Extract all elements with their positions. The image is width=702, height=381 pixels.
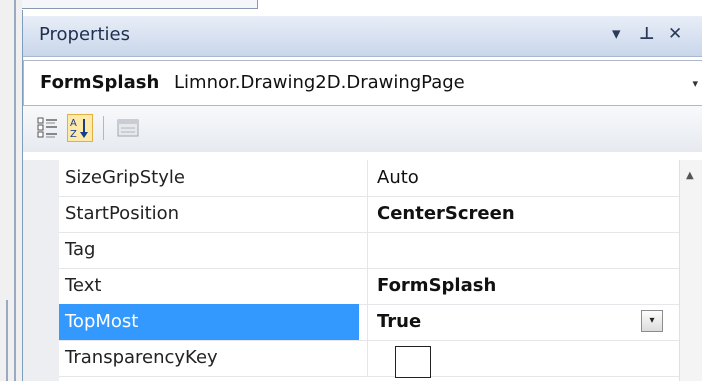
value-dropdown-button[interactable]: ▾ (641, 310, 663, 332)
svg-text:A: A (70, 118, 77, 129)
property-row-startposition[interactable]: StartPosition CenterScreen (59, 196, 679, 233)
svg-text:Z: Z (70, 129, 77, 140)
auto-hide-pin-icon[interactable]: ⊥ (639, 24, 655, 44)
panel-title: Properties (39, 24, 130, 45)
column-divider (367, 304, 368, 340)
selected-object-type: Limnor.Drawing2D.DrawingPage (174, 72, 465, 93)
property-row-tag[interactable]: Tag (59, 232, 679, 269)
property-value[interactable]: FormSplash (377, 268, 667, 304)
properties-toolbar: A Z (23, 106, 702, 152)
scroll-up-arrow-icon[interactable]: ▲ (686, 170, 694, 181)
property-value[interactable] (377, 232, 667, 268)
property-name: Text (65, 275, 102, 296)
property-name: SizeGripStyle (65, 167, 185, 188)
color-swatch[interactable] (395, 346, 431, 378)
close-icon[interactable]: ✕ (668, 24, 682, 44)
property-name: TransparencyKey (65, 347, 218, 368)
document-tab-edge (16, 0, 258, 9)
property-row-sizegripstyle[interactable]: SizeGripStyle Auto (59, 160, 679, 197)
property-grid: SizeGripStyle Auto StartPosition CenterS… (23, 160, 702, 381)
column-divider (367, 232, 368, 268)
property-value[interactable]: Auto (377, 160, 667, 196)
property-row-topmost[interactable]: TopMost True ▾ (59, 304, 679, 341)
property-pages-icon[interactable] (115, 114, 141, 142)
vertical-scrollbar[interactable]: ▲ (679, 160, 702, 381)
chevron-down-icon[interactable]: ▾ (692, 77, 698, 90)
property-row-text[interactable]: Text FormSplash (59, 268, 679, 305)
property-row-transparencykey[interactable]: TransparencyKey (59, 340, 679, 378)
property-value-editor[interactable]: True (377, 304, 667, 340)
column-divider (367, 268, 368, 304)
column-divider (367, 160, 368, 196)
left-border-line (6, 300, 8, 381)
window-position-dropdown-icon[interactable]: ▾ (612, 24, 621, 44)
selected-object-name: FormSplash (40, 72, 160, 93)
object-selector-dropdown[interactable]: FormSplash Limnor.Drawing2D.DrawingPage … (23, 60, 702, 106)
property-value[interactable]: CenterScreen (377, 196, 667, 232)
column-divider (367, 196, 368, 232)
alphabetical-sort-icon[interactable]: A Z (67, 114, 93, 142)
property-name: Tag (65, 239, 96, 260)
left-border-line (14, 0, 16, 381)
property-name: StartPosition (65, 203, 180, 224)
panel-titlebar: Properties ▾ ⊥ ✕ (23, 16, 702, 57)
toolbar-separator (103, 116, 104, 140)
properties-panel: Properties ▾ ⊥ ✕ FormSplash Limnor.Drawi… (22, 10, 702, 381)
categorized-icon[interactable] (35, 114, 61, 142)
top-strip (0, 0, 702, 10)
left-window-edge (0, 0, 22, 381)
column-divider (367, 340, 368, 376)
property-name: TopMost (59, 304, 359, 340)
grid-gutter (23, 160, 59, 381)
